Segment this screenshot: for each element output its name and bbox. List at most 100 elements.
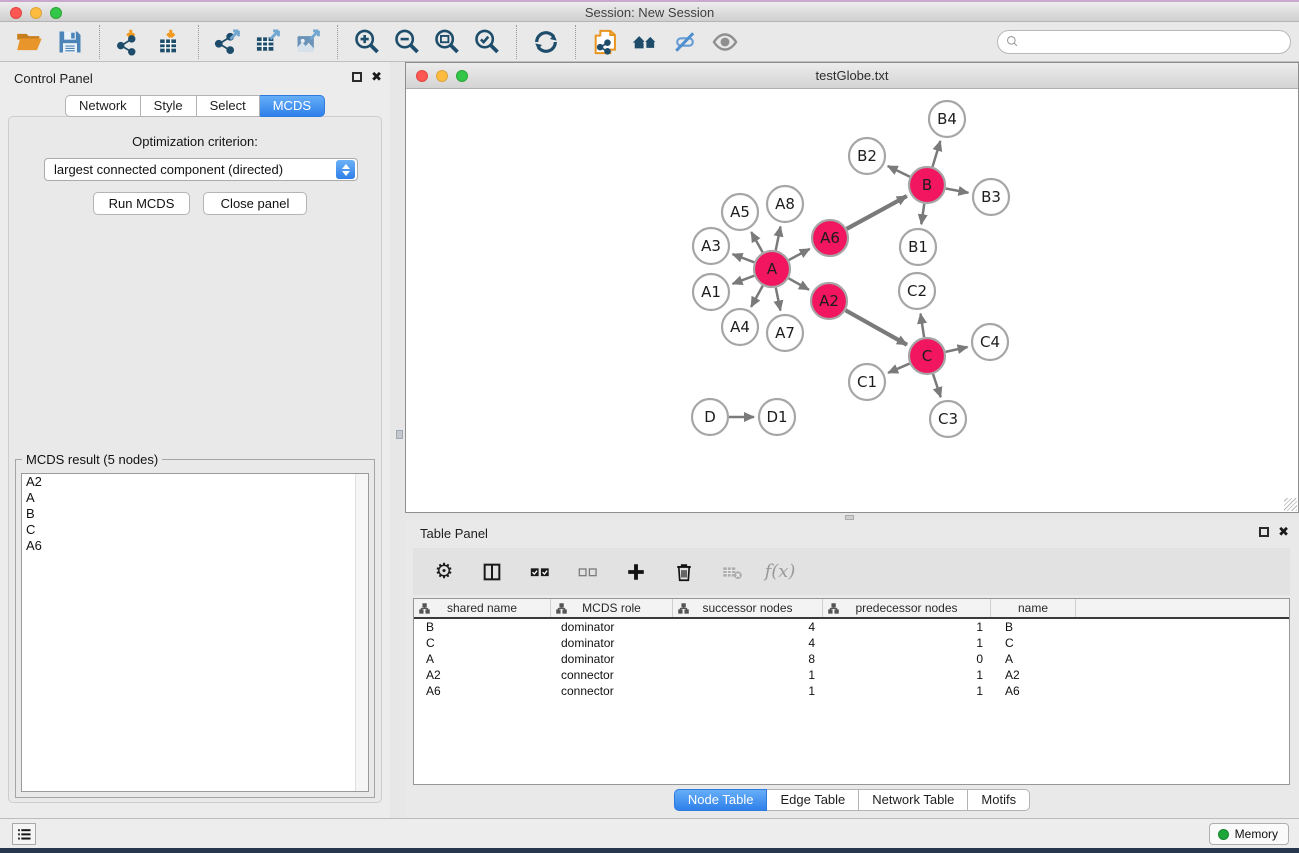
run-mcds-button[interactable]: Run MCDS: [93, 192, 190, 215]
edge-A-A3[interactable]: [733, 254, 755, 262]
node-C2[interactable]: C2: [899, 273, 935, 309]
node-D1[interactable]: D1: [759, 399, 795, 435]
edge-A-A5[interactable]: [751, 232, 762, 252]
edge-A-A4[interactable]: [751, 286, 763, 307]
node-A4[interactable]: A4: [722, 309, 758, 345]
mcds-result-item[interactable]: B: [22, 506, 368, 522]
table-cell[interactable]: 4: [673, 635, 823, 651]
refresh-view-button[interactable]: [526, 25, 566, 59]
table-cell[interactable]: C: [414, 635, 551, 651]
export-image-button[interactable]: [288, 25, 328, 59]
edge-C-C4[interactable]: [946, 347, 968, 352]
mcds-result-item[interactable]: A2: [22, 474, 368, 490]
mcds-result-list[interactable]: A2ABCA6: [21, 473, 369, 792]
deselect-all-button[interactable]: [575, 559, 601, 585]
edge-B-B3[interactable]: [946, 189, 969, 193]
node-A7[interactable]: A7: [767, 315, 803, 351]
table-cell[interactable]: A6: [414, 683, 551, 699]
tab-style[interactable]: Style: [141, 95, 197, 117]
splitter-grip-vertical[interactable]: [396, 430, 403, 439]
edge-B-B4[interactable]: [933, 141, 941, 167]
search-input[interactable]: [1021, 32, 1290, 52]
node-B3[interactable]: B3: [973, 179, 1009, 215]
node-C4[interactable]: C4: [972, 324, 1008, 360]
node-B2[interactable]: B2: [849, 138, 885, 174]
mcds-result-item[interactable]: C: [22, 522, 368, 538]
table-cell[interactable]: 1: [823, 619, 991, 635]
save-session-button[interactable]: [50, 25, 90, 59]
search-box[interactable]: [997, 30, 1291, 54]
edge-A-A8[interactable]: [776, 227, 781, 251]
table-cell[interactable]: 4: [673, 619, 823, 635]
node-A6[interactable]: A6: [812, 220, 848, 256]
column-header-successor-nodes[interactable]: successor nodes: [673, 599, 823, 617]
node-A8[interactable]: A8: [767, 186, 803, 222]
zoom-out-button[interactable]: [387, 25, 427, 59]
table-cell[interactable]: B: [414, 619, 551, 635]
import-table-button[interactable]: [149, 25, 189, 59]
mcds-result-item[interactable]: A6: [22, 538, 368, 554]
table-cell[interactable]: dominator: [551, 619, 673, 635]
edge-A6-B[interactable]: [847, 196, 907, 229]
network-canvas[interactable]: AA1A3A5A8A4A7A6A2BB2B4B3B1C2CC1C4C3DD1: [406, 89, 1298, 512]
edge-C-C1[interactable]: [888, 364, 909, 373]
table-cell[interactable]: connector: [551, 683, 673, 699]
table-row[interactable]: A6connector11A6: [414, 683, 1289, 699]
table-cell[interactable]: dominator: [551, 635, 673, 651]
edge-B-B1[interactable]: [921, 204, 924, 224]
tab-mcds[interactable]: MCDS: [260, 95, 325, 117]
node-A5[interactable]: A5: [722, 194, 758, 230]
duplicate-network-button[interactable]: [585, 25, 625, 59]
node-C1[interactable]: C1: [849, 364, 885, 400]
node-D[interactable]: D: [692, 399, 728, 435]
network-window-titlebar[interactable]: testGlobe.txt: [406, 63, 1298, 89]
mcds-result-item[interactable]: A: [22, 490, 368, 506]
resize-grip-icon[interactable]: [1284, 498, 1297, 511]
float-table-panel-icon[interactable]: [1259, 527, 1269, 537]
scrollbar-track[interactable]: [355, 474, 368, 791]
hide-labels-button[interactable]: [665, 25, 705, 59]
table-cell[interactable]: 8: [673, 651, 823, 667]
select-all-button[interactable]: [527, 559, 553, 585]
edge-A-A6[interactable]: [789, 249, 810, 260]
table-cell[interactable]: A2: [991, 667, 1076, 683]
float-panel-icon[interactable]: [352, 72, 362, 82]
add-column-button[interactable]: [623, 559, 649, 585]
table-cell[interactable]: connector: [551, 667, 673, 683]
delete-table-button[interactable]: [719, 559, 745, 585]
table-row[interactable]: A2connector11A2: [414, 667, 1289, 683]
function-builder-button[interactable]: f(x): [767, 559, 793, 585]
criterion-dropdown[interactable]: largest connected component (directed): [44, 158, 358, 181]
close-table-panel-icon[interactable]: ✖: [1278, 527, 1289, 537]
edge-C-C2[interactable]: [920, 314, 924, 337]
tab-network[interactable]: Network: [65, 95, 141, 117]
close-panel-button[interactable]: Close panel: [203, 192, 307, 215]
column-header-shared-name[interactable]: shared name: [414, 599, 551, 617]
show-hide-view-button[interactable]: [705, 25, 745, 59]
settings-button[interactable]: ⚙: [431, 559, 457, 585]
table-cell[interactable]: dominator: [551, 651, 673, 667]
node-A[interactable]: A: [754, 251, 790, 287]
tab-motifs[interactable]: Motifs: [968, 789, 1030, 811]
node-A2[interactable]: A2: [811, 283, 847, 319]
edge-A-A2[interactable]: [789, 278, 809, 289]
zoom-fit-button[interactable]: [427, 25, 467, 59]
node-A1[interactable]: A1: [693, 274, 729, 310]
table-cell[interactable]: 0: [823, 651, 991, 667]
node-B1[interactable]: B1: [900, 229, 936, 265]
table-cell[interactable]: A2: [414, 667, 551, 683]
table-cell[interactable]: A: [414, 651, 551, 667]
tab-node-table[interactable]: Node Table: [674, 789, 768, 811]
home-button[interactable]: [625, 25, 665, 59]
table-row[interactable]: Cdominator41C: [414, 635, 1289, 651]
edge-A-A1[interactable]: [733, 276, 755, 284]
edge-A-A7[interactable]: [776, 288, 781, 311]
zoom-in-button[interactable]: [347, 25, 387, 59]
table-cell[interactable]: 1: [823, 667, 991, 683]
tab-select[interactable]: Select: [197, 95, 260, 117]
column-header-MCDS-role[interactable]: MCDS role: [551, 599, 673, 617]
column-header-predecessor-nodes[interactable]: predecessor nodes: [823, 599, 991, 617]
table-row[interactable]: Adominator80A: [414, 651, 1289, 667]
tab-edge-table[interactable]: Edge Table: [767, 789, 859, 811]
table-cell[interactable]: 1: [673, 667, 823, 683]
